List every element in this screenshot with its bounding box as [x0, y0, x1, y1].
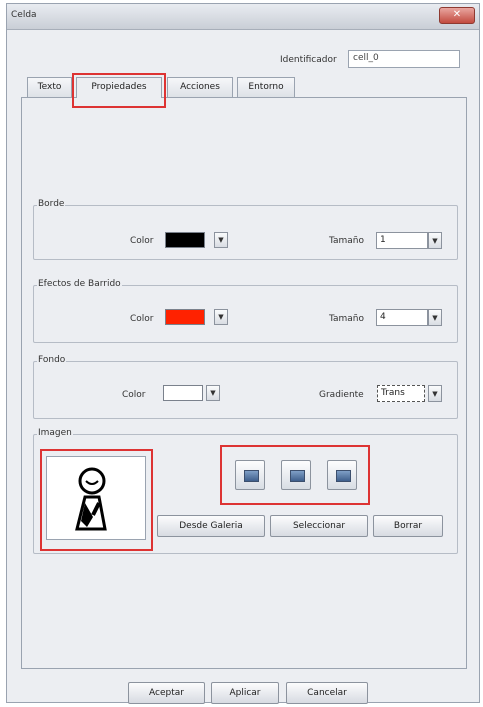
scan-size-combo[interactable]: 4 — [376, 309, 428, 326]
chevron-down-icon[interactable]: ▼ — [428, 309, 442, 326]
apply-button[interactable]: Aplicar — [211, 682, 279, 704]
title-bar[interactable]: Celda ✕ — [7, 4, 479, 30]
image-group-title: Imagen — [37, 428, 73, 438]
highlight-tab — [72, 73, 166, 108]
close-icon: ✕ — [452, 9, 462, 20]
cancel-button[interactable]: Cancelar — [286, 682, 368, 704]
scan-color-label: Color — [130, 314, 154, 324]
background-color-swatch[interactable] — [163, 385, 203, 401]
tab-entorno[interactable]: Entorno — [237, 77, 295, 97]
select-image-button[interactable]: Seleccionar — [270, 515, 368, 537]
border-color-swatch[interactable] — [165, 232, 205, 248]
chevron-down-icon[interactable]: ▼ — [214, 309, 228, 325]
scan-color-swatch[interactable] — [165, 309, 205, 325]
scan-effects-group-title: Efectos de Barrido — [37, 279, 122, 289]
chevron-down-icon[interactable]: ▼ — [428, 385, 442, 402]
close-button[interactable]: ✕ — [439, 7, 475, 24]
highlight-image-options — [220, 445, 370, 505]
tab-acciones[interactable]: Acciones — [167, 77, 233, 97]
border-size-combo[interactable]: 1 — [376, 232, 428, 249]
border-group-title: Borde — [37, 199, 66, 209]
identifier-input[interactable]: cell_0 — [348, 50, 460, 68]
gradient-label: Gradiente — [319, 390, 364, 400]
background-color-label: Color — [122, 390, 146, 400]
window-title: Celda — [11, 10, 37, 20]
from-gallery-button[interactable]: Desde Galeria — [157, 515, 265, 537]
accept-button[interactable]: Aceptar — [128, 682, 205, 704]
tab-texto[interactable]: Texto — [27, 77, 72, 97]
scan-size-label: Tamaño — [329, 314, 365, 324]
identifier-label: Identificador — [280, 55, 337, 65]
delete-image-button[interactable]: Borrar — [373, 515, 443, 537]
gradient-combo[interactable]: Trans — [377, 385, 425, 402]
chevron-down-icon[interactable]: ▼ — [428, 232, 442, 249]
background-group-title: Fondo — [37, 355, 67, 365]
chevron-down-icon[interactable]: ▼ — [214, 232, 228, 248]
border-color-label: Color — [130, 236, 154, 246]
chevron-down-icon[interactable]: ▼ — [206, 385, 220, 401]
border-size-label: Tamaño — [329, 236, 365, 246]
highlight-image-preview — [40, 449, 153, 551]
